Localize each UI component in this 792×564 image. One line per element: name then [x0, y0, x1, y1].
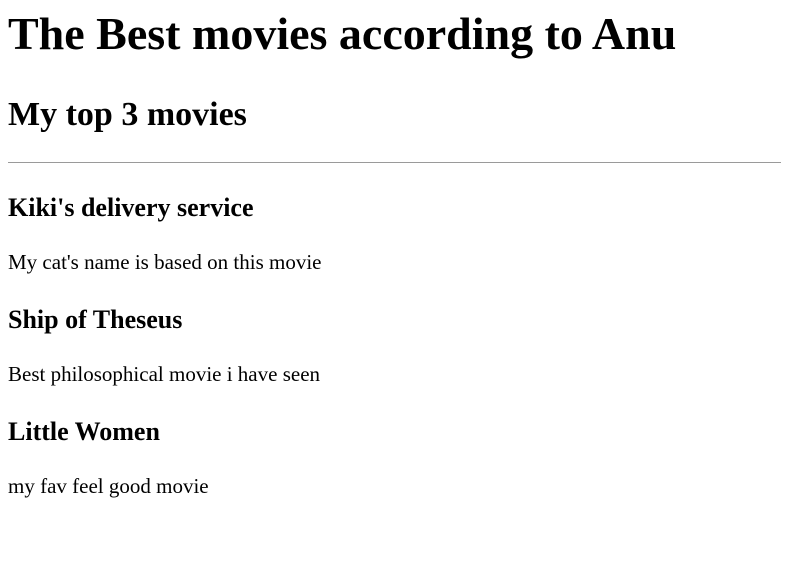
movie-title: Kiki's delivery service	[8, 192, 254, 222]
section-heading: My top 3 movies	[8, 95, 247, 133]
movie-entry: Kiki's delivery service My cat's name is…	[8, 193, 784, 275]
movie-title: Little Women	[8, 417, 160, 447]
movie-entry: Ship of Theseus Best philosophical movie…	[8, 305, 784, 387]
divider	[8, 161, 781, 163]
movie-description: my fav feel good movie	[8, 474, 209, 499]
movie-description: My cat's name is based on this movie	[8, 249, 322, 274]
page-title: The Best movies according to Anu	[8, 8, 677, 59]
movie-entry: Little Women my fav feel good movie	[8, 417, 784, 499]
page-content: The Best movies according to Anu My top …	[0, 8, 792, 499]
movie-title: Ship of Theseus	[8, 305, 183, 335]
movie-description: Best philosophical movie i have seen	[8, 361, 321, 386]
